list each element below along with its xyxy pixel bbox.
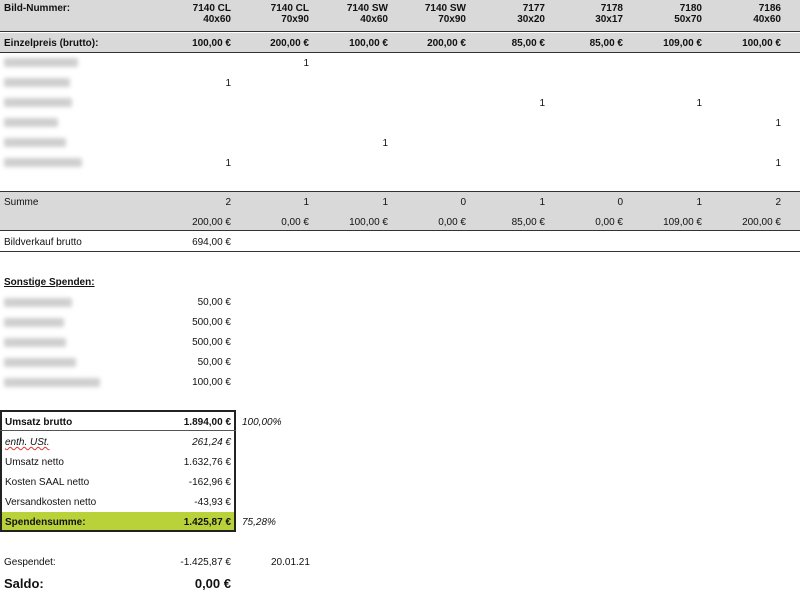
quantity-cell: 1 (382, 138, 388, 149)
versandkosten-label: Versandkosten netto (5, 497, 97, 508)
unit-price-cell: 85,00 € (589, 38, 623, 49)
versandkosten-value: -43,93 € (194, 497, 231, 508)
column-header-number: 7180 (679, 3, 702, 14)
quantity-cell: 1 (775, 118, 781, 129)
gespendet-label: Gespendet: (4, 557, 56, 568)
umsatz-brutto-label: Umsatz brutto (5, 417, 73, 428)
price-row-label: Einzelpreis (brutto): (4, 38, 99, 49)
column-header-size: 40x60 (360, 14, 388, 25)
ust-label: enth. USt. (5, 437, 49, 448)
summe-amount-cell: 0,00 € (438, 217, 466, 228)
spendensumme-value: 1.425,87 € (183, 517, 231, 528)
column-header-number: 7140 SW (346, 3, 388, 14)
header-rule (0, 31, 800, 32)
summe-amount-cell: 200,00 € (742, 217, 781, 228)
summary-separator (0, 430, 236, 431)
unit-price-cell: 100,00 € (742, 38, 781, 49)
redacted-name (4, 338, 66, 347)
column-header-size: 30x17 (595, 14, 623, 25)
bildverkauf-label: Bildverkauf brutto (4, 237, 82, 248)
summe-count-cell: 1 (303, 197, 309, 208)
umsatz-netto-label: Umsatz netto (5, 457, 64, 468)
header-label: Bild-Nummer: (4, 3, 71, 14)
price-rule (0, 52, 800, 53)
quantity-cell: 1 (225, 78, 231, 89)
kosten-saal-value: -162,96 € (188, 477, 231, 488)
ust-label-text: enth. USt. (5, 437, 50, 448)
quantity-cell: 1 (539, 98, 545, 109)
column-header-number: 7140 SW (424, 3, 466, 14)
summe-amount-cell: 0,00 € (281, 217, 309, 228)
summe-count-cell: 0 (460, 197, 466, 208)
unit-price-cell: 85,00 € (511, 38, 545, 49)
summe-amount-cell: 100,00 € (349, 217, 388, 228)
unit-price-cell: 100,00 € (349, 38, 388, 49)
bildverkauf-value: 694,00 € (192, 237, 231, 248)
unit-price-cell: 109,00 € (663, 38, 702, 49)
redacted-name (4, 378, 100, 387)
bildverkauf-rule (0, 251, 800, 252)
column-header-number: 7140 CL (192, 3, 231, 14)
saldo-value: 0,00 € (194, 576, 231, 591)
unit-price-cell: 100,00 € (192, 38, 231, 49)
summe-amount-cell: 109,00 € (663, 217, 702, 228)
redacted-name (4, 158, 82, 167)
quantity-cell: 1 (696, 98, 702, 109)
umsatz-brutto-value: 1.894,00 € (183, 417, 231, 428)
summe-count-cell: 1 (696, 197, 702, 208)
redacted-name (4, 98, 72, 107)
spendensumme-label: Spendensumme: (5, 517, 86, 528)
saldo-label: Saldo: (4, 576, 44, 591)
spendensumme-percent: 75,28% (242, 517, 276, 528)
redacted-name (4, 358, 76, 367)
summe-count-cell: 1 (382, 197, 388, 208)
quantity-cell: 1 (225, 158, 231, 169)
redacted-name (4, 298, 72, 307)
umsatz-brutto-percent: 100,00% (242, 417, 282, 428)
column-header-size: 40x60 (203, 14, 231, 25)
quantity-cell: 1 (775, 158, 781, 169)
column-header-size: 70x90 (281, 14, 309, 25)
umsatz-netto-value: 1.632,76 € (183, 457, 231, 468)
gespendet-date: 20.01.21 (271, 557, 310, 568)
redacted-name (4, 58, 78, 67)
donation-value: 500,00 € (192, 337, 231, 348)
gespendet-value: -1.425,87 € (180, 557, 231, 568)
unit-price-cell: 200,00 € (270, 38, 309, 49)
summe-count-cell: 2 (775, 197, 781, 208)
donation-value: 500,00 € (192, 317, 231, 328)
redacted-name (4, 138, 66, 147)
column-header-number: 7140 CL (270, 3, 309, 14)
summe-amount-cell: 0,00 € (595, 217, 623, 228)
summe-amount-cell: 200,00 € (192, 217, 231, 228)
donation-value: 50,00 € (197, 357, 231, 368)
summe-bottom-rule (0, 230, 800, 231)
column-header-size: 70x90 (438, 14, 466, 25)
summe-count-cell: 2 (225, 197, 231, 208)
redacted-name (4, 318, 64, 327)
summe-amount-cell: 85,00 € (511, 217, 545, 228)
column-header-size: 40x60 (753, 14, 781, 25)
donation-value: 50,00 € (197, 297, 231, 308)
spenden-title: Sonstige Spenden: (4, 277, 95, 288)
redacted-name (4, 78, 70, 87)
ust-value: 261,24 € (192, 437, 231, 448)
redacted-name (4, 118, 58, 127)
donation-value: 100,00 € (192, 377, 231, 388)
column-header-size: 30x20 (517, 14, 545, 25)
quantity-cell: 1 (303, 58, 309, 69)
kosten-saal-label: Kosten SAAL netto (5, 477, 90, 488)
summe-count-cell: 1 (539, 197, 545, 208)
column-header-number: 7177 (522, 3, 545, 14)
summe-count-cell: 0 (617, 197, 623, 208)
column-header-number: 7186 (758, 3, 781, 14)
column-header-number: 7178 (600, 3, 623, 14)
summe-label: Summe (4, 197, 39, 208)
unit-price-cell: 200,00 € (427, 38, 466, 49)
column-header-size: 50x70 (674, 14, 702, 25)
